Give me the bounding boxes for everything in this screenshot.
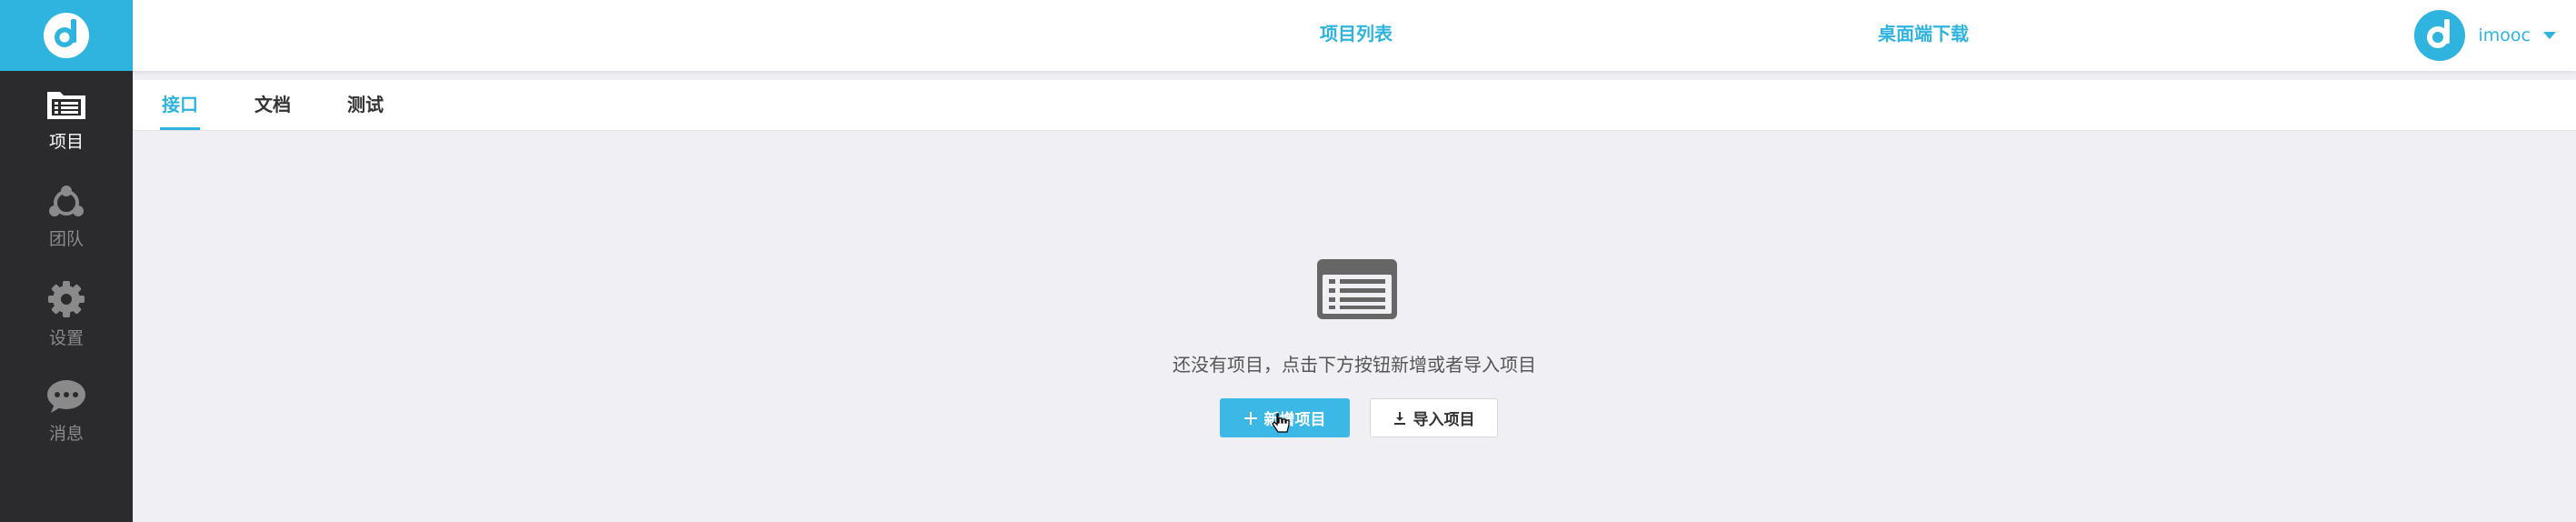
team-icon: [49, 186, 84, 216]
sidebar-item-projects[interactable]: 项目: [0, 71, 133, 168]
top-header: 项目列表 桌面端下载 imooc: [133, 0, 2576, 71]
sidebar-item-messages[interactable]: 消息: [0, 363, 133, 460]
app-logo[interactable]: [0, 0, 133, 71]
chevron-down-icon[interactable]: [2543, 32, 2556, 39]
project-list-icon: [47, 92, 85, 119]
user-menu[interactable]: imooc: [2413, 0, 2576, 71]
chat-bubble-icon: [47, 380, 85, 413]
tab-test[interactable]: 测试: [345, 79, 385, 130]
tab-bar: 接口 文档 测试: [133, 80, 2576, 131]
sidebar-item-label: 项目: [48, 132, 84, 152]
tab-docs[interactable]: 文档: [253, 79, 293, 130]
sidebar-item-label: 消息: [48, 424, 84, 444]
gear-icon: [48, 281, 85, 317]
empty-message: 还没有项目，点击下方按钮新增或者导入项目: [1173, 354, 1536, 376]
sidebar-item-label: 设置: [48, 328, 84, 348]
empty-state: 还没有项目，点击下方按钮新增或者导入项目 新增项目 导入项目: [133, 132, 2576, 522]
import-project-button[interactable]: 导入项目: [1370, 398, 1498, 437]
logo-icon: [44, 13, 89, 58]
plus-icon: [1243, 411, 1257, 425]
download-icon: [1393, 411, 1406, 425]
action-buttons: 新增项目 导入项目: [1220, 398, 1498, 437]
sidebar-item-settings[interactable]: 设置: [0, 266, 133, 363]
empty-list-icon: [1317, 259, 1397, 319]
sidebar: 项目 团队 设置 消息: [0, 0, 133, 522]
username[interactable]: imooc: [2479, 25, 2531, 45]
project-list-link[interactable]: 项目列表: [1320, 0, 1393, 71]
app-window: 项目 团队 设置 消息 项目列表 桌面端下载 imooc 接口 文档 测试 还没…: [0, 0, 2576, 522]
sidebar-item-team[interactable]: 团队: [0, 168, 133, 266]
avatar[interactable]: [2413, 9, 2466, 62]
tab-interface[interactable]: 接口: [160, 79, 200, 130]
import-project-label: 导入项目: [1413, 411, 1475, 429]
sidebar-item-label: 团队: [48, 229, 84, 249]
desktop-download-link[interactable]: 桌面端下载: [1878, 0, 1969, 71]
hand-cursor-icon: [1272, 413, 1290, 433]
